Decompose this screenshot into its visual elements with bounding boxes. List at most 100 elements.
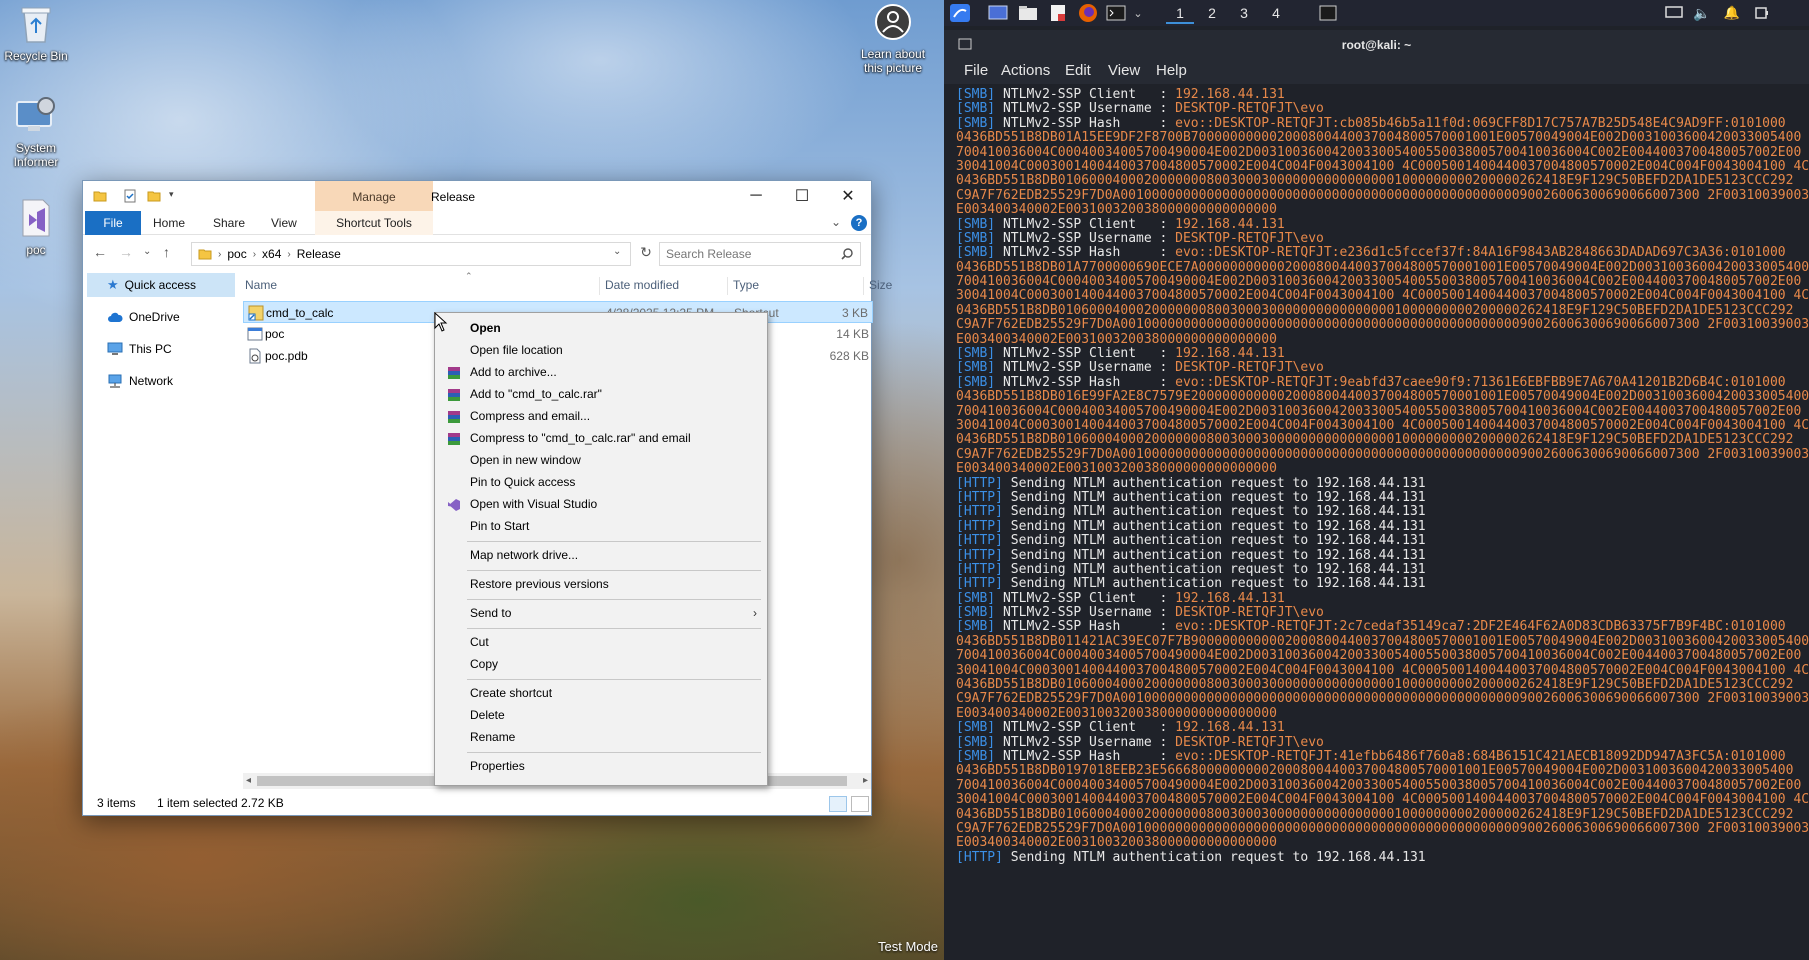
menu-item-pin-to-quick-access[interactable]: Pin to Quick access: [437, 471, 765, 493]
mouse-cursor-icon: [434, 312, 448, 332]
menu-item-restore-previous-versions[interactable]: Restore previous versions: [437, 573, 765, 595]
menu-item-compress-rar-and-email[interactable]: Compress to "cmd_to_calc.rar" and email: [437, 427, 765, 449]
column-size[interactable]: Size: [869, 278, 892, 292]
menu-item-properties[interactable]: Properties: [437, 755, 765, 777]
menu-label: Compress to "cmd_to_calc.rar" and email: [470, 431, 691, 445]
selection-info: 1 item selected 2.72 KB: [157, 796, 284, 810]
tab-file[interactable]: File: [85, 211, 141, 235]
column-divider[interactable]: [863, 277, 864, 295]
show-desktop-icon[interactable]: [986, 2, 1010, 24]
workspace-3[interactable]: 3: [1230, 2, 1258, 24]
column-divider[interactable]: [727, 277, 728, 295]
close-button[interactable]: ✕: [825, 181, 871, 211]
http-line: [HTTP] Sending NTLM authentication reque…: [956, 577, 1426, 592]
search-input[interactable]: Search Release: [659, 242, 861, 266]
menu-item-send-to[interactable]: Send to ›: [437, 602, 765, 624]
file-size: 14 KB: [836, 327, 869, 341]
menu-item-rename[interactable]: Rename: [437, 726, 765, 748]
smb-username-line: [SMB] NTLMv2-SSP Username : DESKTOP-RETQ…: [956, 361, 1324, 376]
tab-share[interactable]: Share: [213, 211, 245, 235]
up-arrow-icon[interactable]: ↑: [163, 244, 170, 260]
terminal-window-task-icon[interactable]: [1316, 2, 1340, 24]
column-name[interactable]: Name: [245, 278, 277, 292]
maximize-button[interactable]: ☐: [779, 181, 825, 211]
volume-icon[interactable]: 🔈: [1690, 2, 1714, 24]
nav-network[interactable]: Network: [87, 369, 235, 393]
menu-help[interactable]: Help: [1156, 62, 1187, 79]
customize-toolbar-icon[interactable]: ▾: [169, 189, 183, 203]
menu-item-open-with-visual-studio[interactable]: Open with Visual Studio: [437, 493, 765, 515]
menu-item-copy[interactable]: Copy: [437, 653, 765, 675]
column-divider[interactable]: [599, 277, 600, 295]
terminal-icon[interactable]: [1104, 2, 1128, 24]
file-manager-icon[interactable]: [1016, 2, 1040, 24]
scroll-right-icon[interactable]: ▸: [863, 775, 868, 786]
minimize-button[interactable]: ─: [733, 181, 779, 211]
nav-onedrive[interactable]: OneDrive: [87, 305, 235, 329]
chevron-right-icon: ›: [252, 248, 257, 260]
desktop-icon-recycle-bin[interactable]: Recycle Bin: [0, 2, 72, 63]
scroll-left-icon[interactable]: ◂: [246, 775, 251, 786]
column-date-modified[interactable]: Date modified: [605, 278, 679, 292]
workspace-4[interactable]: 4: [1262, 2, 1290, 24]
column-type[interactable]: Type: [733, 278, 759, 292]
display-icon[interactable]: [1662, 2, 1686, 24]
breadcrumb-release[interactable]: Release: [297, 247, 341, 261]
large-icons-view-icon[interactable]: [851, 796, 869, 812]
menu-item-compress-and-email[interactable]: Compress and email...: [437, 405, 765, 427]
nav-quick-access[interactable]: ★ Quick access: [87, 273, 235, 297]
menu-file[interactable]: File: [964, 62, 988, 79]
explorer-titlebar[interactable]: ▾ Manage Release ─ ☐ ✕: [83, 181, 871, 211]
menu-item-add-to-archive[interactable]: Add to archive...: [437, 361, 765, 383]
navigation-pane: ★ Quick access OneDrive This PC Network: [83, 273, 237, 773]
nav-this-pc[interactable]: This PC: [87, 337, 235, 361]
battery-icon[interactable]: [1750, 2, 1774, 24]
tab-home[interactable]: Home: [153, 211, 185, 235]
new-folder-quick-icon[interactable]: [147, 189, 161, 203]
terminal-output[interactable]: [SMB] NTLMv2-SSP Client : 192.168.44.131…: [956, 88, 1809, 865]
address-bar[interactable]: › poc › x64 › Release: [191, 242, 631, 266]
help-button[interactable]: ?: [851, 215, 867, 231]
address-dropdown-icon[interactable]: ⌄: [613, 246, 621, 257]
menu-actions[interactable]: Actions: [1001, 62, 1050, 79]
notifications-bell-icon[interactable]: 🔔: [1720, 2, 1744, 24]
menu-item-delete[interactable]: Delete: [437, 704, 765, 726]
expand-ribbon-icon[interactable]: ⌄: [831, 215, 841, 229]
text-editor-icon[interactable]: [1046, 2, 1070, 24]
terminal-titlebar[interactable]: root@kali: ~: [944, 30, 1809, 58]
menu-item-open-in-new-window[interactable]: Open in new window: [437, 449, 765, 471]
desktop-icon-poc[interactable]: poc: [0, 196, 72, 257]
desktop-icon-learn-about-picture[interactable]: Learn about this picture: [848, 0, 938, 75]
tab-view[interactable]: View: [271, 211, 297, 235]
menu-item-add-to-rar[interactable]: Add to "cmd_to_calc.rar": [437, 383, 765, 405]
menu-item-map-network-drive[interactable]: Map network drive...: [437, 544, 765, 566]
manage-contextual-tab[interactable]: Manage: [315, 181, 433, 211]
recent-locations-icon[interactable]: ⌄: [143, 246, 151, 257]
forward-arrow-icon[interactable]: →: [119, 244, 133, 260]
chevron-down-icon[interactable]: ⌄: [1126, 2, 1150, 24]
menu-item-cut[interactable]: Cut: [437, 631, 765, 653]
properties-quick-icon[interactable]: [123, 189, 137, 203]
kali-menu-icon[interactable]: [948, 2, 972, 24]
menu-edit[interactable]: Edit: [1065, 62, 1091, 79]
tab-shortcut-tools[interactable]: Shortcut Tools: [315, 211, 433, 235]
workspace-1[interactable]: 1: [1166, 2, 1194, 24]
details-view-icon[interactable]: [829, 796, 847, 812]
menu-item-pin-to-start[interactable]: Pin to Start: [437, 515, 765, 537]
computer-icon: [107, 342, 123, 355]
refresh-icon[interactable]: ↻: [635, 244, 657, 266]
menu-item-open[interactable]: Open: [437, 317, 765, 339]
status-bar: 3 items 1 item selected 2.72 KB: [83, 791, 871, 815]
smb-username-line: [SMB] NTLMv2-SSP Username : DESKTOP-RETQ…: [956, 102, 1324, 117]
hash-continuation-line: 0436BD551B8DB01A7700000690ECE7A000000000…: [956, 260, 1809, 275]
breadcrumb-x64[interactable]: x64: [262, 247, 281, 261]
network-icon: [108, 374, 122, 388]
desktop-icon-system-informer[interactable]: System Informer: [0, 94, 72, 169]
breadcrumb-poc[interactable]: poc: [227, 247, 246, 261]
menu-item-open-file-location[interactable]: Open file location: [437, 339, 765, 361]
firefox-icon[interactable]: [1076, 2, 1100, 24]
back-arrow-icon[interactable]: ←: [93, 244, 107, 260]
menu-item-create-shortcut[interactable]: Create shortcut: [437, 682, 765, 704]
menu-view[interactable]: View: [1108, 62, 1140, 79]
workspace-2[interactable]: 2: [1198, 2, 1226, 24]
